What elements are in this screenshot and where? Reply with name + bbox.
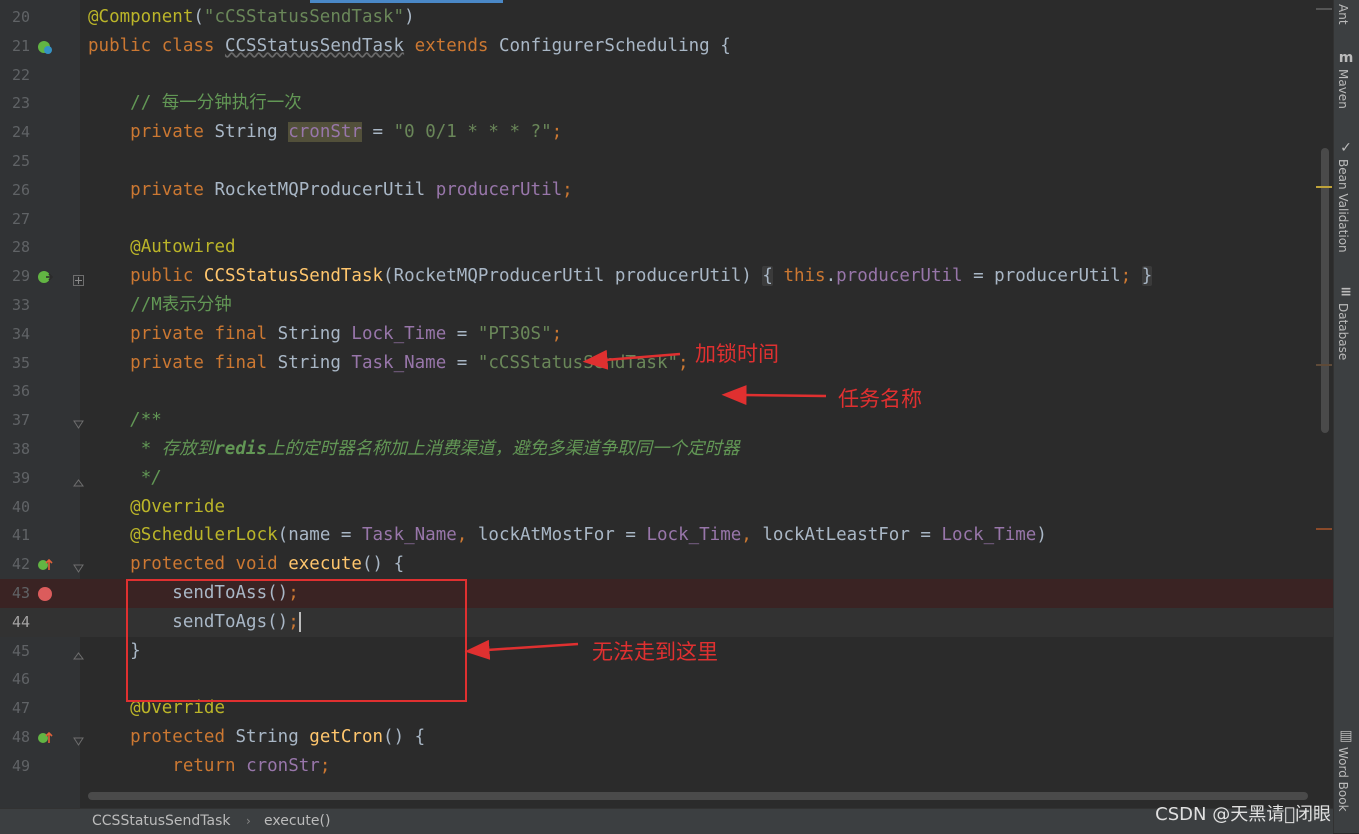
breadcrumb-bar: CCSStatusSendTask › execute() (0, 808, 1333, 834)
word-book-tool-button[interactable]: ▤ Word Book (1336, 728, 1358, 812)
arrow-task-name (721, 385, 827, 406)
breadcrumb-class[interactable]: CCSStatusSendTask (92, 809, 231, 833)
right-tool-window-bar: Ant m Maven ✓ Bean Validation ≡ Database ▤ W… (1333, 0, 1359, 833)
arrow-unreachable (464, 639, 579, 660)
annotation-lock-time: 加锁时间 (695, 342, 779, 366)
breadcrumb-separator-icon: › (246, 814, 251, 828)
highlight-box (126, 579, 467, 702)
arrow-lock-time (582, 349, 681, 370)
ant-tool-button[interactable]: Ant (1336, 4, 1358, 25)
annotation-unreachable: 无法走到这里 (592, 640, 718, 664)
maven-icon: m (1338, 50, 1354, 66)
database-icon: ≡ (1340, 284, 1352, 300)
bean-validation-tool-button[interactable]: ✓ Bean Validation (1336, 140, 1358, 253)
bean-validation-icon: ✓ (1340, 140, 1352, 156)
maven-tool-button[interactable]: m Maven (1336, 50, 1358, 109)
annotation-task-name: 任务名称 (838, 387, 922, 411)
annotation-overlay (126, 349, 827, 702)
book-icon: ▤ (1339, 728, 1353, 744)
database-tool-button[interactable]: ≡ Database (1336, 284, 1358, 360)
breadcrumb-method[interactable]: execute() (264, 809, 330, 833)
